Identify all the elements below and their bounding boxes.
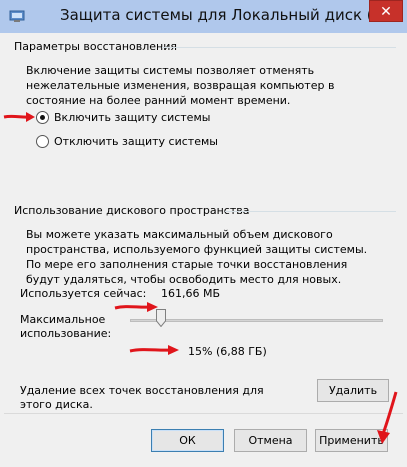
title-bar: Защита системы для Локальный диск (C:) ✕ <box>0 0 407 33</box>
restore-description: Включение защиты системы позволяет отмен… <box>26 64 335 107</box>
max-usage-readout: 15% (6,88 ГБ) <box>188 345 267 358</box>
disable-protection-label[interactable]: Отключить защиту системы <box>54 135 218 148</box>
ok-button[interactable]: ОК <box>151 429 224 452</box>
system-protection-icon <box>9 10 25 22</box>
footer-divider <box>4 413 403 414</box>
cancel-button[interactable]: Отмена <box>234 429 307 452</box>
annotation-arrow-icon <box>377 391 398 444</box>
disk-section-divider <box>225 211 396 212</box>
annotation-arrow-icon <box>129 345 179 355</box>
window-title: Защита системы для Локальный диск (C:) <box>60 6 394 24</box>
max-usage-label: Максимальное использование: <box>20 313 112 340</box>
restore-section-title: Параметры восстановления <box>14 40 177 53</box>
annotation-arrow-icon <box>3 112 35 122</box>
disk-description: Вы можете указать максимальный объем дис… <box>26 228 368 286</box>
current-usage-label: Используется сейчас: <box>20 287 147 300</box>
enable-protection-radio[interactable] <box>36 111 49 124</box>
close-button[interactable]: ✕ <box>369 0 403 22</box>
enable-protection-label[interactable]: Включить защиту системы <box>54 111 210 124</box>
restore-section-divider <box>162 47 396 48</box>
annotation-arrow-icon <box>114 302 158 312</box>
dialog-body: Параметры восстановления Включение защит… <box>4 33 403 463</box>
disk-section-title: Использование дискового пространства <box>14 204 250 217</box>
max-usage-slider-track[interactable] <box>130 319 383 322</box>
current-usage-value: 161,66 МБ <box>161 287 221 300</box>
delete-description: Удаление всех точек восстановления для э… <box>20 384 264 411</box>
disable-protection-radio[interactable] <box>36 135 49 148</box>
